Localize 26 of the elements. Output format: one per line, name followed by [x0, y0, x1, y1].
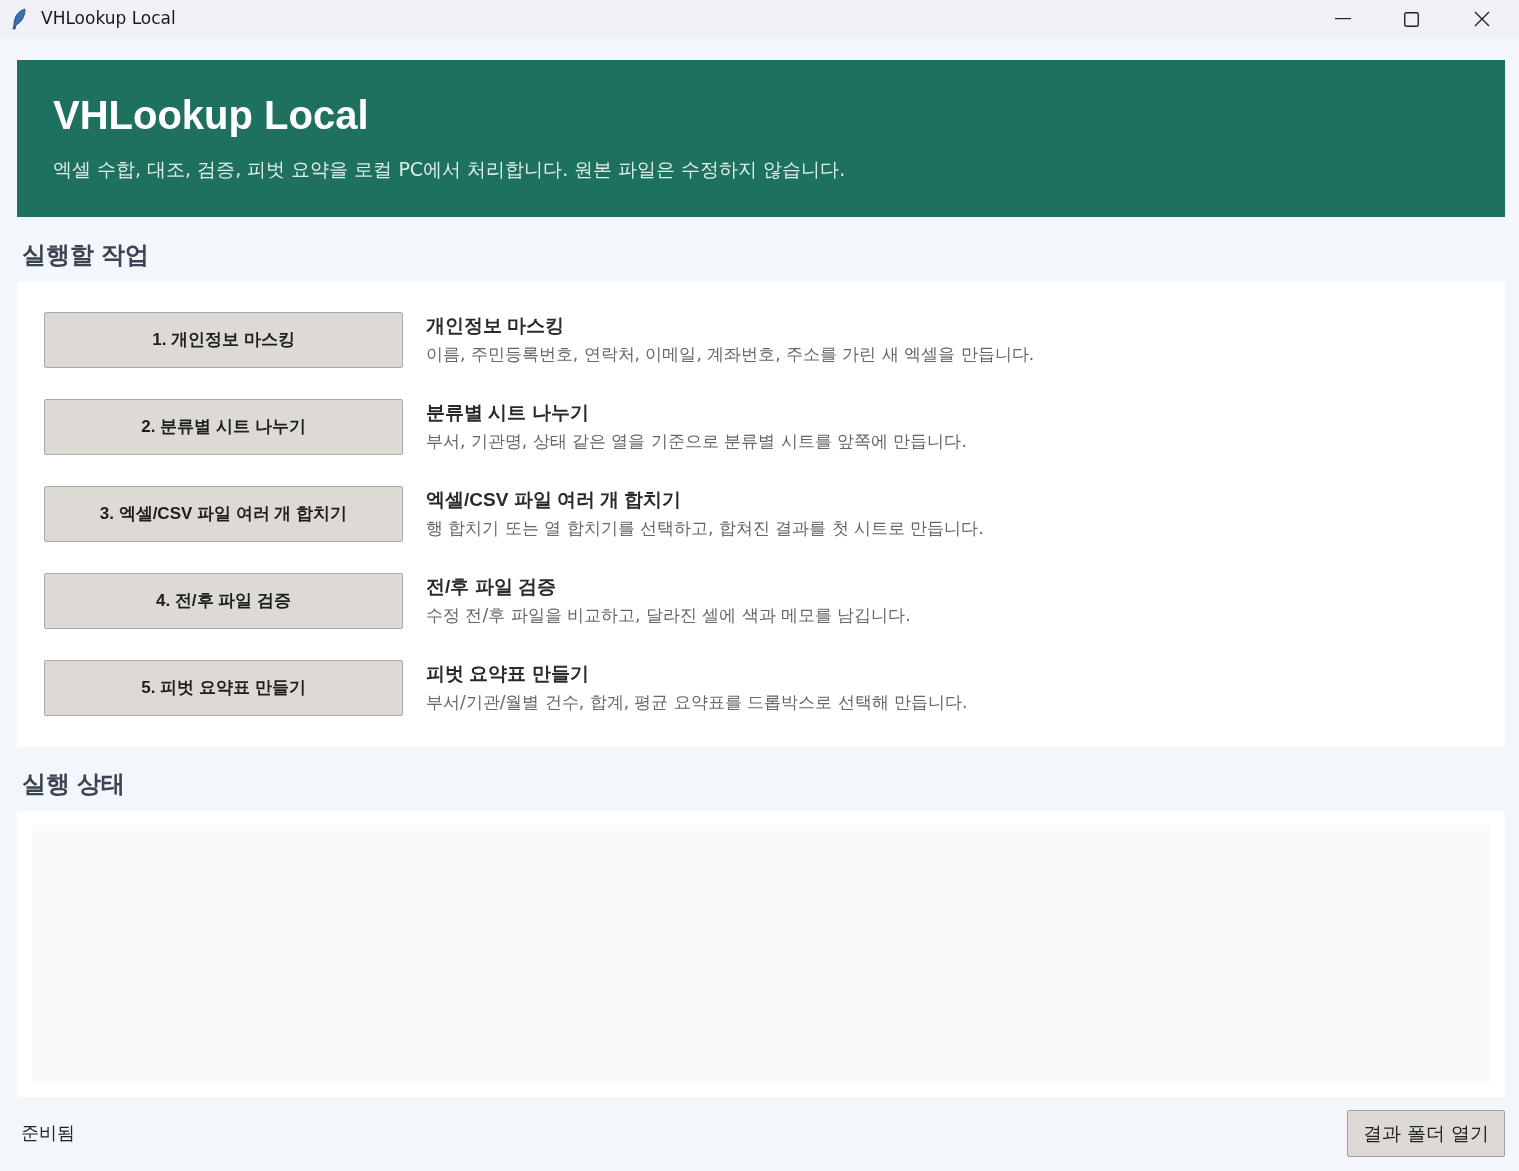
minimize-icon	[1335, 18, 1351, 20]
task-title: 분류별 시트 나누기	[426, 401, 589, 425]
close-icon	[1474, 11, 1490, 27]
window-title: VHLookup Local	[41, 7, 176, 31]
task-description: 수정 전/후 파일을 비교하고, 달라진 셀에 색과 메모를 남깁니다.	[426, 604, 911, 627]
task-button[interactable]: 4. 전/후 파일 검증	[44, 573, 403, 629]
section-heading: 실행할 작업	[22, 241, 149, 268]
task-button[interactable]: 2. 분류별 시트 나누기	[44, 399, 403, 455]
task-title: 전/후 파일 검증	[426, 575, 556, 599]
app-subtitle: 엑셀 수합, 대조, 검증, 피벗 요약을 로컬 PC에서 처리합니다. 원본 파일은 수정하지 않습니다.	[53, 157, 846, 181]
app-title: VHLookup Local	[53, 92, 369, 138]
task-description: 부서/기관/월별 건수, 합계, 평균 요약표를 드롭박스로 선택해 만듭니다.	[426, 691, 968, 714]
open-folder-button[interactable]: 결과 폴더 열기	[1347, 1110, 1505, 1157]
task-button[interactable]: 5. 피벗 요약표 만들기	[44, 660, 403, 716]
task-title: 피벗 요약표 만들기	[426, 662, 589, 686]
task-description: 이름, 주민등록번호, 연락처, 이메일, 계좌번호, 주소를 가린 새 엑셀을 만듭니다.	[426, 343, 1035, 366]
task-description: 행 합치기 또는 열 합치기를 선택하고, 합쳐진 결과를 첫 시트로 만듭니다.	[426, 517, 984, 540]
feather-icon	[12, 8, 26, 30]
task-title: 개인정보 마스킹	[426, 314, 565, 338]
maximize-icon	[1403, 11, 1419, 27]
task-button[interactable]: 3. 엑셀/CSV 파일 여러 개 합치기	[44, 486, 403, 542]
status-text: 준비됨	[21, 1122, 75, 1144]
task-description: 부서, 기관명, 상태 같은 열을 기준으로 분류별 시트를 앞쪽에 만듭니다.	[426, 430, 967, 453]
task-button[interactable]: 1. 개인정보 마스킹	[44, 312, 403, 368]
task-title: 엑셀/CSV 파일 여러 개 합치기	[426, 488, 682, 512]
section-heading: 실행 상태	[22, 770, 125, 797]
